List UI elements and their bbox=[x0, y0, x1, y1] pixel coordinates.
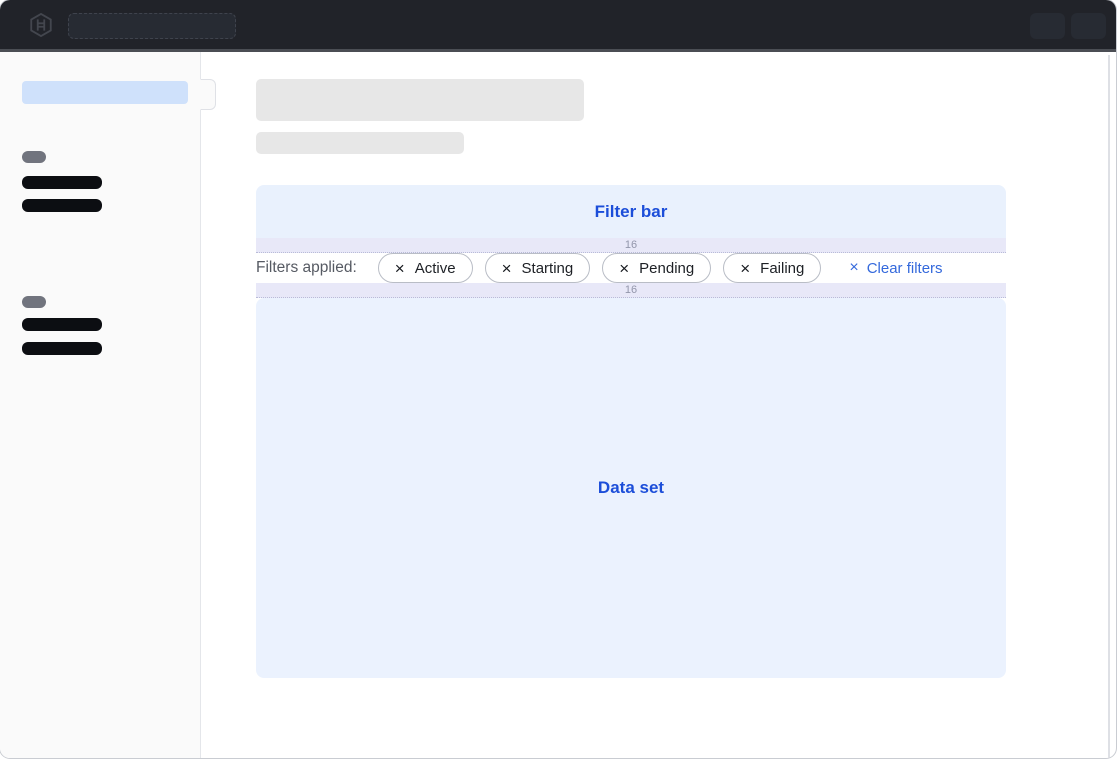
filter-bar-region: Filter bar bbox=[256, 185, 1006, 238]
filters-applied-row: Filters applied: × Active × Starting × P… bbox=[256, 253, 1006, 283]
filter-tag-active[interactable]: × Active bbox=[378, 253, 473, 283]
clear-filters-icon: × bbox=[849, 260, 858, 276]
sidebar-item-placeholder-4[interactable] bbox=[22, 342, 102, 355]
page-subtitle-placeholder bbox=[256, 132, 464, 154]
sidebar-item-placeholder-2[interactable] bbox=[22, 199, 102, 212]
filter-tag-label: Failing bbox=[760, 260, 804, 277]
spacing-annotation-bottom: 16 bbox=[256, 283, 1006, 298]
dismiss-icon[interactable]: × bbox=[619, 260, 629, 277]
dismiss-icon[interactable]: × bbox=[395, 260, 405, 277]
sidebar-item-placeholder-1[interactable] bbox=[22, 176, 102, 189]
filter-tag-failing[interactable]: × Failing bbox=[723, 253, 821, 283]
sidebar bbox=[0, 52, 201, 758]
top-nav-bar bbox=[0, 0, 1116, 52]
data-set-label: Data set bbox=[598, 478, 664, 498]
filter-tag-label: Active bbox=[415, 260, 456, 277]
filter-tag-starting[interactable]: × Starting bbox=[485, 253, 591, 283]
scrollbar-gutter bbox=[1108, 55, 1110, 758]
filter-tag-label: Pending bbox=[639, 260, 694, 277]
data-set-region: Data set bbox=[256, 298, 1006, 678]
filters-applied-label: Filters applied: bbox=[256, 259, 357, 277]
filter-bar-label: Filter bar bbox=[595, 202, 668, 222]
sidebar-section-label-placeholder-2 bbox=[22, 296, 46, 308]
dismiss-icon[interactable]: × bbox=[502, 260, 512, 277]
sidebar-collapse-toggle[interactable] bbox=[200, 79, 216, 110]
filter-tag-list: × Active × Starting × Pending × Failing bbox=[378, 253, 822, 283]
header-action-placeholder-1[interactable] bbox=[1030, 13, 1065, 39]
header-action-placeholder-2[interactable] bbox=[1071, 13, 1106, 39]
hashicorp-logo-icon bbox=[28, 12, 54, 38]
spacing-value: 16 bbox=[625, 284, 637, 296]
clear-filters-link[interactable]: × Clear filters bbox=[849, 260, 942, 277]
dismiss-icon[interactable]: × bbox=[740, 260, 750, 277]
spacing-value: 16 bbox=[625, 239, 637, 251]
spacing-annotation-top: 16 bbox=[256, 238, 1006, 253]
search-input-placeholder[interactable] bbox=[68, 13, 236, 39]
sidebar-item-placeholder-3[interactable] bbox=[22, 318, 102, 331]
filter-tag-pending[interactable]: × Pending bbox=[602, 253, 711, 283]
page-title-placeholder bbox=[256, 79, 584, 121]
sidebar-active-item-placeholder[interactable] bbox=[22, 81, 188, 104]
sidebar-section-label-placeholder-1 bbox=[22, 151, 46, 163]
filter-tag-label: Starting bbox=[522, 260, 574, 277]
clear-filters-label: Clear filters bbox=[867, 260, 943, 277]
app-window: Filter bar 16 Filters applied: × Active … bbox=[0, 0, 1116, 758]
